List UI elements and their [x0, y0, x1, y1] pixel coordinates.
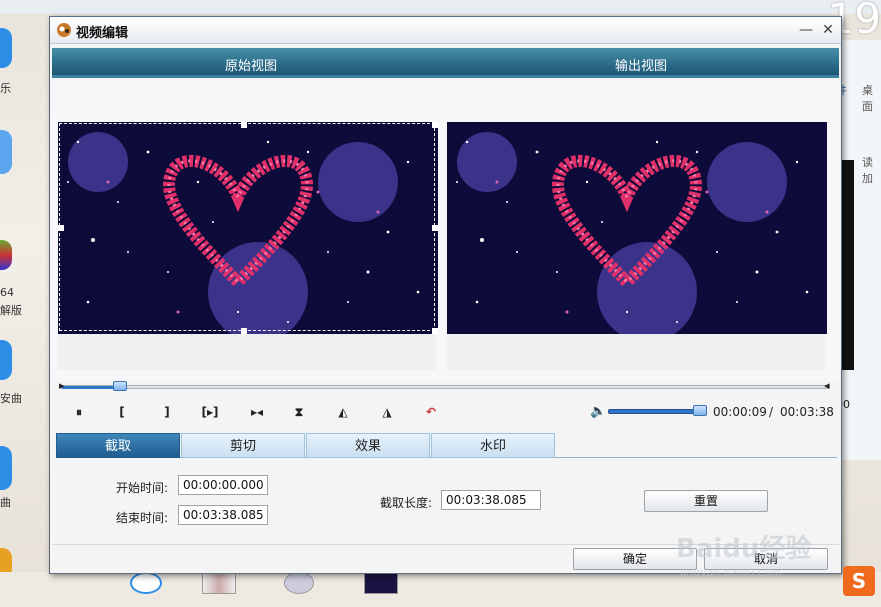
- tab-cut[interactable]: 剪切: [181, 433, 305, 458]
- volume-thumb[interactable]: [693, 405, 707, 416]
- original-preview-pane: [58, 122, 438, 370]
- desktop-thumbnail[interactable]: [364, 572, 398, 594]
- watermark-url: jingyan.baidu.com: [680, 566, 782, 579]
- crop-handle[interactable]: [58, 225, 64, 231]
- desktop-app-icon[interactable]: [0, 130, 12, 174]
- close-button[interactable]: ✕: [818, 20, 838, 40]
- desktop-icon-label: 解版: [0, 304, 22, 317]
- rotate-right-button[interactable]: ◮: [376, 401, 398, 423]
- output-video-frame: [447, 122, 827, 334]
- desktop-app-icon[interactable]: [0, 446, 12, 490]
- desktop-app-icon[interactable]: [0, 340, 12, 380]
- app-logo-icon: [57, 23, 71, 37]
- start-time-label: 开始时间:: [116, 481, 169, 495]
- tab-trim[interactable]: 截取: [56, 433, 180, 458]
- desktop-icon-label: 64: [0, 286, 14, 299]
- next-frame-button[interactable]: [▸]: [194, 401, 226, 423]
- reset-button[interactable]: 重置: [644, 490, 768, 512]
- baidu-watermark: Baidu经验 jingyan.baidu.com: [672, 520, 842, 580]
- total-time: 00:03:38: [780, 405, 834, 419]
- video-frame-image: [447, 122, 827, 334]
- flip-vertical-button[interactable]: ⧗: [288, 401, 310, 423]
- crop-handle[interactable]: [432, 328, 438, 334]
- desktop-thumbnail[interactable]: [202, 572, 236, 594]
- mark-in-indicator-icon[interactable]: ▸: [59, 380, 65, 392]
- crop-handle[interactable]: [241, 328, 247, 334]
- crop-handle[interactable]: [241, 122, 247, 128]
- edit-tabs: 截取 剪切 效果 水印: [56, 433, 837, 458]
- start-time-field[interactable]: [178, 475, 268, 495]
- original-view-label: 原始视图: [225, 59, 278, 74]
- desktop-icon-label: 曲: [0, 496, 11, 509]
- view-header-bar: 原始视图 输出视图: [52, 48, 839, 78]
- tab-effects[interactable]: 效果: [306, 433, 430, 458]
- video-edit-dialog: 视频编辑 — ✕ 原始视图 输出视图 ▸ ◂ ⏸ [] [▸] ▸◂ ⧗ ◭ …: [49, 16, 842, 574]
- preview-area: [52, 81, 839, 381]
- playback-controls: ⏸ [ ] [▸] ▸◂ ⧗ ◭ ◮ ↶ 🔈 00:00:09 / 00:03:…: [60, 401, 834, 423]
- desktop-top-strip: [0, 0, 881, 14]
- speaker-icon[interactable]: 🔈: [590, 404, 606, 419]
- mark-out-button[interactable]: ]: [156, 401, 178, 423]
- crop-handle[interactable]: [432, 122, 438, 128]
- current-time: 00:00:09: [713, 405, 767, 419]
- window-title: 视频编辑: [76, 26, 129, 41]
- seek-bar[interactable]: ▸ ◂: [59, 380, 830, 393]
- split-button[interactable]: ▸◂: [244, 401, 270, 423]
- desktop-app-icon[interactable]: [0, 240, 12, 270]
- title-bar[interactable]: 视频编辑 — ✕: [50, 17, 841, 44]
- rotate-left-button[interactable]: ◭: [332, 401, 354, 423]
- minimize-button[interactable]: —: [796, 20, 816, 40]
- watermark-brand: Baidu经验: [676, 534, 812, 564]
- pause-button[interactable]: ⏸: [68, 401, 90, 423]
- desktop-icon-label: 乐: [0, 82, 11, 95]
- original-video-frame[interactable]: [58, 122, 438, 334]
- seek-track[interactable]: [60, 385, 830, 389]
- crop-handle[interactable]: [432, 225, 438, 231]
- trim-length-field[interactable]: [441, 490, 541, 510]
- crop-selection-border[interactable]: [59, 123, 435, 331]
- mark-in-button[interactable]: [: [111, 401, 133, 423]
- tab-watermark[interactable]: 水印: [431, 433, 555, 458]
- desktop-thumbnail[interactable]: [130, 572, 162, 594]
- volume-slider[interactable]: [608, 409, 706, 414]
- end-time-label: 结束时间:: [116, 511, 169, 525]
- end-time-field[interactable]: [178, 505, 268, 525]
- sogou-ime-icon[interactable]: S: [843, 566, 875, 596]
- time-separator: /: [769, 405, 774, 419]
- seek-thumb[interactable]: [113, 381, 127, 391]
- output-preview-pane: [447, 122, 827, 370]
- background-panel-text: 读加: [862, 156, 873, 185]
- undo-button[interactable]: ↶: [420, 401, 442, 423]
- desktop-app-icon[interactable]: [0, 28, 12, 68]
- mark-out-indicator-icon[interactable]: ◂: [824, 380, 830, 392]
- trim-length-label: 截取长度:: [380, 496, 433, 510]
- desktop-thumbnail[interactable]: [284, 572, 314, 594]
- output-view-label: 输出视图: [615, 59, 668, 74]
- desktop-icon-label: 安曲: [0, 392, 22, 405]
- background-panel-text: 桌面: [862, 84, 873, 113]
